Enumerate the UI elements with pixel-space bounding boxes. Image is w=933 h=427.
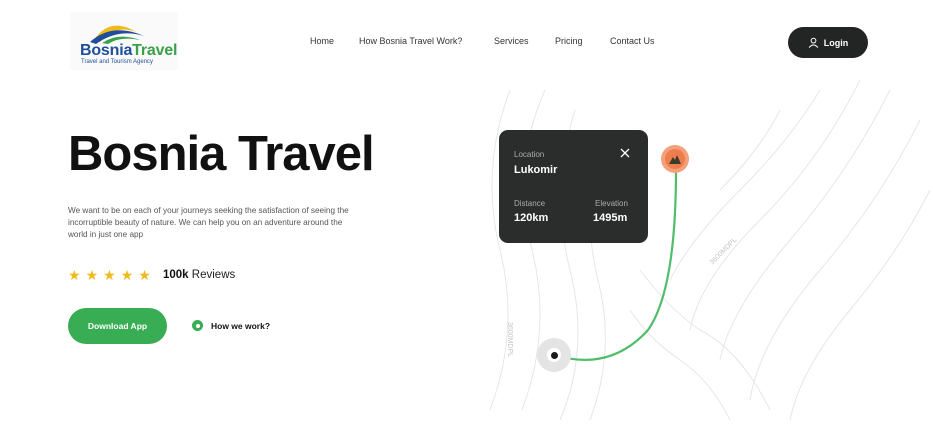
distance-label: Distance (514, 199, 546, 208)
close-icon[interactable] (619, 147, 631, 159)
location-value: Lukomir (514, 164, 558, 176)
mountain-icon (669, 155, 681, 164)
location-label: Location (514, 150, 545, 159)
destination-pin[interactable] (661, 145, 689, 173)
distance-value: 120km (514, 212, 549, 224)
start-marker[interactable] (537, 338, 571, 372)
elevation-label: Elevation (595, 199, 628, 208)
elevation-value: 1495m (593, 212, 628, 224)
location-card: Location Lukomir Distance 120km Elevatio… (499, 130, 648, 243)
route-path (553, 169, 678, 361)
